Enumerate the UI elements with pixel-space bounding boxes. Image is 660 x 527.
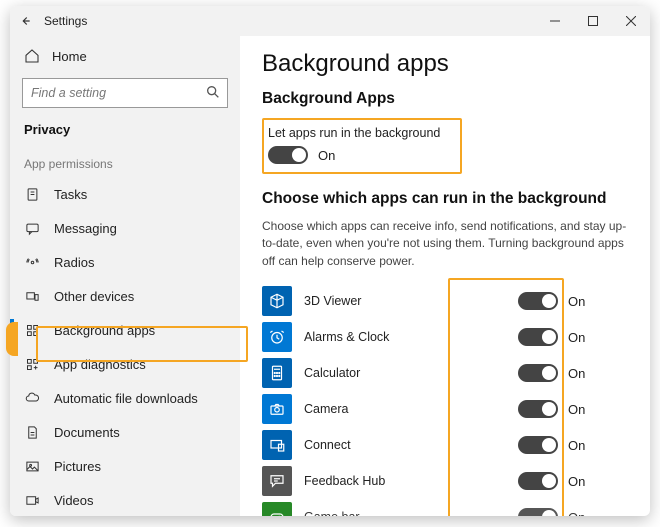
app-icon-3d-viewer <box>262 286 292 316</box>
app-row-calculator: Calculator On <box>262 356 628 390</box>
settings-window: Settings Home <box>10 6 650 516</box>
app-toggle-calculator[interactable] <box>518 364 558 382</box>
sidebar-item-app-diagnostics[interactable]: App diagnostics <box>10 347 240 381</box>
sidebar-item-label: App diagnostics <box>54 357 146 372</box>
app-icon-feedback <box>262 466 292 496</box>
sidebar-item-videos[interactable]: Videos <box>10 483 240 516</box>
app-name: Camera <box>292 402 518 416</box>
app-icon-camera <box>262 394 292 424</box>
section-description: Choose which apps can receive info, send… <box>262 218 628 270</box>
app-toggle-3d-viewer[interactable] <box>518 292 558 310</box>
app-toggle-state: On <box>568 330 585 345</box>
highlight-tab-marker <box>6 322 18 356</box>
app-toggle-state: On <box>568 366 585 381</box>
app-toggle-camera[interactable] <box>518 400 558 418</box>
home-icon <box>24 48 40 64</box>
document-icon <box>24 424 40 440</box>
sidebar-item-label: Videos <box>54 493 94 508</box>
highlight-master-toggle: Let apps run in the background On <box>262 118 462 174</box>
sidebar-home-label: Home <box>52 49 87 64</box>
sidebar-item-other-devices[interactable]: Other devices <box>10 279 240 313</box>
app-toggle-feedback[interactable] <box>518 472 558 490</box>
messaging-icon <box>24 220 40 236</box>
sidebar-category: Privacy <box>10 118 240 147</box>
master-toggle-state: On <box>318 148 335 163</box>
app-row-game-bar: Game bar On <box>262 500 628 516</box>
tasks-icon <box>24 186 40 202</box>
videos-icon <box>24 492 40 508</box>
sidebar-item-file-downloads[interactable]: Automatic file downloads <box>10 381 240 415</box>
minimize-button[interactable] <box>536 6 574 36</box>
window-controls <box>536 6 650 36</box>
app-toggle-state: On <box>568 294 585 309</box>
section-heading-choose-apps: Choose which apps can run in the backgro… <box>262 190 628 208</box>
app-name: Connect <box>292 438 518 452</box>
app-toggle-alarms[interactable] <box>518 328 558 346</box>
sidebar-item-messaging[interactable]: Messaging <box>10 211 240 245</box>
sidebar: Home Privacy App permissions Tasks <box>10 36 240 516</box>
app-row-3d-viewer: 3D Viewer On <box>262 284 628 318</box>
app-row-alarms-clock: Alarms & Clock On <box>262 320 628 354</box>
app-name: Game bar <box>292 510 518 516</box>
app-row-camera: Camera On <box>262 392 628 426</box>
sidebar-home[interactable]: Home <box>10 40 240 72</box>
sidebar-item-radios[interactable]: Radios <box>10 245 240 279</box>
search-wrap <box>22 78 228 108</box>
app-toggle-state: On <box>568 474 585 489</box>
app-row-feedback-hub: Feedback Hub On <box>262 464 628 498</box>
app-toggle-gamebar[interactable] <box>518 508 558 516</box>
titlebar: Settings <box>10 6 650 36</box>
sidebar-item-label: Documents <box>54 425 120 440</box>
sidebar-item-tasks[interactable]: Tasks <box>10 177 240 211</box>
app-name: 3D Viewer <box>292 294 518 308</box>
app-toggle-state: On <box>568 510 585 516</box>
sidebar-item-background-apps[interactable]: Background apps <box>10 313 240 347</box>
app-icon-connect <box>262 430 292 460</box>
sidebar-nav-list: Tasks Messaging Radios <box>10 177 240 516</box>
app-row-connect: Connect On <box>262 428 628 462</box>
sidebar-item-label: Messaging <box>54 221 117 236</box>
devices-icon <box>24 288 40 304</box>
window-title: Settings <box>40 14 87 28</box>
page-title: Background apps <box>262 50 628 78</box>
sidebar-item-label: Pictures <box>54 459 101 474</box>
pictures-icon <box>24 458 40 474</box>
sidebar-item-pictures[interactable]: Pictures <box>10 449 240 483</box>
sidebar-section: App permissions <box>10 147 240 177</box>
section-heading-background-apps: Background Apps <box>262 90 628 108</box>
app-toggle-state: On <box>568 402 585 417</box>
app-icon-alarms <box>262 322 292 352</box>
sidebar-item-label: Radios <box>54 255 94 270</box>
app-toggle-state: On <box>568 438 585 453</box>
app-name: Alarms & Clock <box>292 330 518 344</box>
master-toggle-label: Let apps run in the background <box>268 126 450 140</box>
sidebar-item-label: Background apps <box>54 323 155 338</box>
back-button[interactable] <box>10 6 40 36</box>
app-toggle-connect[interactable] <box>518 436 558 454</box>
app-name: Feedback Hub <box>292 474 518 488</box>
maximize-button[interactable] <box>574 6 612 36</box>
master-toggle[interactable] <box>268 146 308 164</box>
radios-icon <box>24 254 40 270</box>
search-input[interactable] <box>22 78 228 108</box>
app-icon-gamebar <box>262 502 292 516</box>
sidebar-item-label: Tasks <box>54 187 87 202</box>
sidebar-item-documents[interactable]: Documents <box>10 415 240 449</box>
main-content: Background apps Background Apps Let apps… <box>240 36 650 516</box>
sidebar-item-label: Automatic file downloads <box>54 391 198 406</box>
cloud-download-icon <box>24 390 40 406</box>
background-apps-icon <box>24 322 40 338</box>
sidebar-item-label: Other devices <box>54 289 134 304</box>
app-icon-calculator <box>262 358 292 388</box>
app-name: Calculator <box>292 366 518 380</box>
close-button[interactable] <box>612 6 650 36</box>
app-list: 3D Viewer On Alarms & Clock On <box>262 284 628 516</box>
diagnostics-icon <box>24 356 40 372</box>
